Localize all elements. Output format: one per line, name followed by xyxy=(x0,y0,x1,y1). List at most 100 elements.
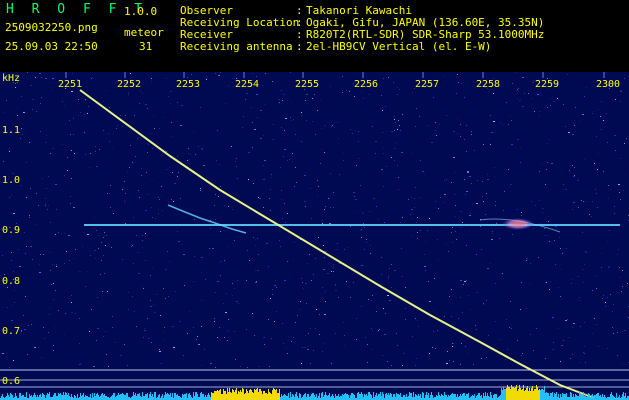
bottom-band-column xyxy=(566,393,567,400)
noise-speck xyxy=(288,278,289,279)
bottom-band-column xyxy=(571,393,572,400)
bottom-band-column xyxy=(522,389,523,400)
info-key-antenna: Receiving antenna xyxy=(180,40,293,53)
noise-speck xyxy=(97,297,98,298)
bottom-band-column xyxy=(562,393,563,400)
noise-speck xyxy=(499,238,500,239)
noise-speck xyxy=(499,122,500,123)
noise-speck xyxy=(305,100,306,101)
noise-speck xyxy=(254,129,256,130)
bottom-band-column xyxy=(505,389,506,400)
noise-speck xyxy=(200,188,201,189)
bottom-band-column xyxy=(267,394,268,400)
noise-speck xyxy=(40,131,41,132)
noise-speck xyxy=(618,184,620,185)
noise-speck xyxy=(79,364,81,365)
noise-speck xyxy=(617,355,618,356)
noise-speck xyxy=(158,197,159,198)
noise-speck xyxy=(21,330,22,331)
noise-speck xyxy=(622,270,623,271)
noise-speck xyxy=(350,226,351,227)
bottom-band-column xyxy=(369,392,370,400)
noise-speck xyxy=(416,358,417,359)
noise-speck xyxy=(483,304,484,305)
bottom-band-column xyxy=(152,394,153,400)
bottom-band-column xyxy=(445,395,446,400)
noise-speck xyxy=(306,303,307,304)
bottom-band-column xyxy=(274,389,275,400)
noise-speck xyxy=(135,156,136,157)
bottom-band-column xyxy=(520,388,521,400)
noise-speck xyxy=(554,240,555,241)
bottom-band-column xyxy=(502,390,503,400)
noise-speck xyxy=(520,309,521,310)
bottom-band-column xyxy=(260,389,261,400)
noise-speck xyxy=(485,214,486,215)
bottom-band-column xyxy=(547,393,548,400)
bottom-band-column xyxy=(74,395,75,400)
noise-speck xyxy=(434,108,435,109)
noise-speck xyxy=(104,273,105,274)
noise-speck xyxy=(71,302,72,303)
bottom-band-column xyxy=(589,394,590,400)
noise-speck xyxy=(228,330,229,331)
noise-speck xyxy=(613,304,614,305)
noise-speck xyxy=(560,269,561,270)
noise-speck xyxy=(425,241,426,242)
bottom-band-column xyxy=(85,395,86,400)
noise-speck xyxy=(201,272,202,273)
noise-speck xyxy=(89,331,90,332)
bottom-band-column xyxy=(2,394,3,400)
bottom-band-column xyxy=(123,394,124,400)
noise-speck xyxy=(331,126,332,127)
bottom-band-column xyxy=(385,394,386,400)
noise-speck xyxy=(609,230,610,231)
noise-speck xyxy=(12,305,13,306)
noise-speck xyxy=(282,218,283,219)
noise-speck xyxy=(622,363,623,364)
noise-speck xyxy=(216,160,217,161)
noise-speck xyxy=(41,357,42,358)
noise-speck xyxy=(256,281,257,282)
noise-speck xyxy=(400,222,401,223)
noise-speck xyxy=(456,93,457,94)
bottom-band-column xyxy=(102,393,103,400)
noise-speck xyxy=(148,338,149,339)
noise-speck xyxy=(597,109,598,110)
bottom-band-column xyxy=(69,396,70,400)
noise-speck xyxy=(342,90,343,91)
bottom-band-column xyxy=(106,396,107,400)
bottom-band-column xyxy=(96,394,97,400)
noise-speck xyxy=(187,160,188,161)
noise-speck xyxy=(105,331,106,332)
bottom-band-column xyxy=(484,396,485,400)
bottom-band-column xyxy=(428,393,429,400)
bottom-band-column xyxy=(538,390,539,400)
noise-speck xyxy=(388,278,389,279)
noise-speck xyxy=(335,333,336,334)
bottom-band-column xyxy=(197,394,198,400)
noise-speck xyxy=(54,326,55,327)
bottom-band-column xyxy=(221,394,222,400)
noise-speck xyxy=(224,205,226,206)
noise-speck xyxy=(268,319,269,320)
bottom-band-column xyxy=(551,393,552,400)
noise-speck xyxy=(333,192,334,193)
bottom-band-column xyxy=(588,393,589,400)
bottom-band-column xyxy=(346,394,347,400)
noise-speck xyxy=(24,329,26,330)
noise-speck xyxy=(532,82,534,83)
noise-speck xyxy=(419,116,420,117)
bottom-band-column xyxy=(612,395,613,400)
bottom-band-column xyxy=(159,394,160,400)
noise-speck xyxy=(258,197,259,198)
noise-speck xyxy=(271,174,272,175)
noise-speck xyxy=(93,366,95,367)
bottom-band-column xyxy=(511,385,512,400)
noise-speck xyxy=(318,237,319,238)
bottom-band-column xyxy=(212,393,213,400)
noise-speck xyxy=(348,247,349,248)
bottom-band-column xyxy=(578,396,579,400)
noise-speck xyxy=(554,349,555,350)
noise-speck xyxy=(310,328,311,329)
